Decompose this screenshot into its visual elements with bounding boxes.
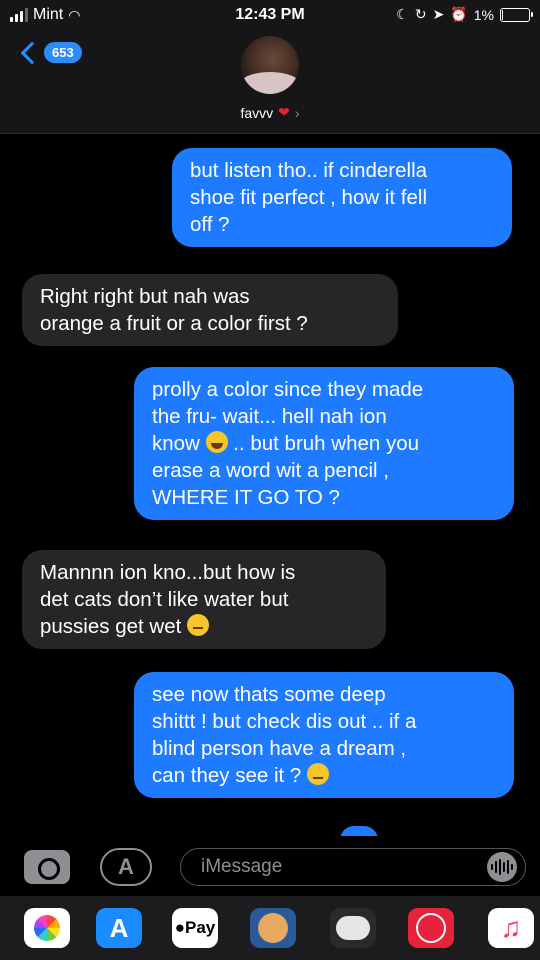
message-line: can they see it ? <box>152 762 496 789</box>
message-line: Mannnn ion kno...but how is <box>40 561 296 584</box>
photos-icon[interactable] <box>24 908 70 948</box>
contact-avatar[interactable] <box>241 36 299 94</box>
message-line: see now thats some deep <box>152 683 386 706</box>
message-incoming[interactable]: Right right but nah was orange a fruit o… <box>22 274 398 346</box>
music-icon[interactable]: ♫ <box>488 908 534 948</box>
loudly-crying-emoji-icon <box>205 431 228 453</box>
message-text: know <box>152 432 200 455</box>
raised-eyebrow-emoji-icon <box>307 763 329 785</box>
message-incoming[interactable]: Mannnn ion kno...but how is det cats don… <box>22 550 386 649</box>
unread-count-badge: 653 <box>44 42 82 63</box>
message-text: can they see it ? <box>152 764 302 787</box>
status-right: ☾ ↻ ➤ ⏰ 1% <box>396 6 533 23</box>
message-line: Right right but nah was <box>40 285 250 308</box>
message-line: erase a word wit a pencil , <box>152 459 390 482</box>
message-line: det cats don’t like water but <box>40 588 289 611</box>
message-line: shittt ! but check dis out .. if a <box>152 710 417 733</box>
contact-name-button[interactable]: favvv ❤ › <box>0 104 540 121</box>
message-line: orange a fruit or a color first ? <box>40 312 308 335</box>
camera-icon[interactable] <box>24 850 70 884</box>
app-drawer: A ● Pay ♫ <box>0 896 540 960</box>
message-outgoing[interactable]: see now thats some deep shittt ! but che… <box>134 672 514 798</box>
rotation-lock-icon: ↻ <box>414 6 427 22</box>
app-store-toggle-icon[interactable]: A <box>100 848 152 886</box>
moon-icon: ☾ <box>396 6 409 22</box>
apple-pay-label: Pay <box>185 918 216 937</box>
message-line: prolly a color since they made <box>152 378 424 401</box>
apple-pay-icon[interactable]: ● Pay <box>172 908 218 948</box>
message-line: but listen tho.. if cinderella <box>190 159 428 182</box>
message-line: the fru- wait... hell nah ion <box>152 405 387 428</box>
location-icon: ➤ <box>432 6 445 22</box>
web-search-icon[interactable] <box>408 908 454 948</box>
chevron-right-icon: › <box>294 104 300 121</box>
battery-icon <box>500 7 533 22</box>
input-placeholder: iMessage <box>201 856 283 877</box>
message-line: WHERE IT GO TO ? <box>152 486 340 509</box>
input-bar: A iMessage <box>0 836 540 896</box>
imessage-input[interactable]: iMessage <box>180 848 526 886</box>
heart-icon: ❤ <box>278 104 290 120</box>
battery-percent: 1% <box>473 6 494 23</box>
message-line: blind person have a dream , <box>152 737 407 760</box>
status-bar: Mint ◠ 12:43 PM ☾ ↻ ➤ ⏰ 1% <box>0 0 540 34</box>
message-line: know .. but bruh when you <box>152 430 496 457</box>
back-button[interactable]: 653 <box>18 41 82 64</box>
chevron-left-icon <box>20 41 44 64</box>
message-line: off ? <box>190 213 230 236</box>
message-text: pussies get wet <box>40 615 182 638</box>
thinking-face-emoji-icon <box>187 614 210 636</box>
message-text: .. but bruh when you <box>227 432 420 455</box>
message-outgoing[interactable]: but listen tho.. if cinderella shoe fit … <box>172 148 512 247</box>
message-line: shoe fit perfect , how it fell <box>190 186 428 209</box>
audio-message-icon[interactable] <box>487 852 517 882</box>
message-outgoing[interactable]: prolly a color since they made the fru- … <box>134 367 514 520</box>
conversation-header: 653 favvv ❤ › <box>0 34 540 134</box>
contact-name: favvv <box>240 104 274 121</box>
alarm-icon: ⏰ <box>450 6 468 22</box>
app-store-icon[interactable]: A <box>96 908 142 948</box>
game-icon[interactable] <box>330 908 376 948</box>
message-line: pussies get wet <box>40 613 368 640</box>
memoji-icon[interactable] <box>250 908 296 948</box>
